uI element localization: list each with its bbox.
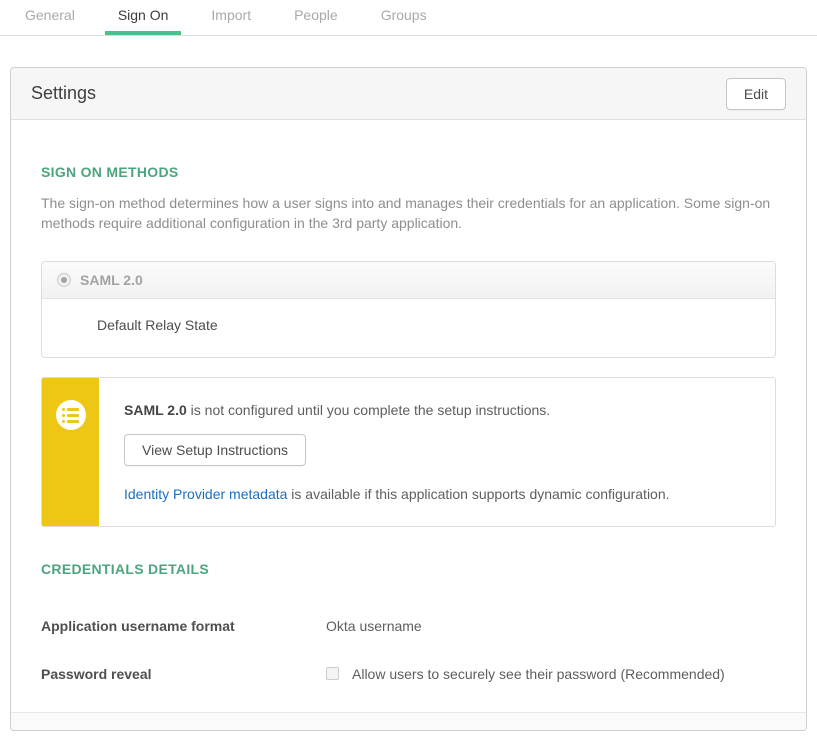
default-relay-state-label: Default Relay State xyxy=(97,317,218,333)
tab-import[interactable]: Import xyxy=(198,0,264,35)
page-title: Settings xyxy=(31,83,96,104)
credentials-details-heading: CREDENTIALS DETAILS xyxy=(41,561,776,577)
app-tab-bar: General Sign On Import People Groups xyxy=(0,0,817,36)
settings-panel: Settings Edit SIGN ON METHODS The sign-o… xyxy=(10,67,807,731)
callout-body: SAML 2.0 is not configured until you com… xyxy=(99,378,775,526)
tab-general[interactable]: General xyxy=(12,0,88,35)
edit-button[interactable]: Edit xyxy=(726,78,786,110)
sign-on-methods-heading: SIGN ON METHODS xyxy=(41,164,776,180)
saml-method-box: SAML 2.0 Default Relay State xyxy=(41,261,776,358)
tab-groups[interactable]: Groups xyxy=(368,0,440,35)
callout-link-text: is available if this application support… xyxy=(287,486,669,502)
callout-yellow-stripe xyxy=(42,378,99,526)
tab-people[interactable]: People xyxy=(281,0,351,35)
callout-message-bold: SAML 2.0 xyxy=(124,402,187,418)
callout-message-text: is not configured until you complete the… xyxy=(187,402,550,418)
saml-method-body: Default Relay State xyxy=(42,299,775,357)
password-reveal-label: Password reveal xyxy=(41,666,326,682)
password-reveal-checkbox[interactable] xyxy=(326,667,339,680)
password-reveal-checkbox-label: Allow users to securely see their passwo… xyxy=(352,666,725,682)
callout-message: SAML 2.0 is not configured until you com… xyxy=(124,402,750,418)
settings-panel-content: SIGN ON METHODS The sign-on method deter… xyxy=(11,164,806,682)
saml-method-label: SAML 2.0 xyxy=(80,272,143,288)
view-setup-instructions-button[interactable]: View Setup Instructions xyxy=(124,434,306,466)
saml-method-header: SAML 2.0 xyxy=(42,262,775,299)
password-reveal-option: Allow users to securely see their passwo… xyxy=(326,666,725,682)
tab-sign-on[interactable]: Sign On xyxy=(105,0,182,35)
password-reveal-row: Password reveal Allow users to securely … xyxy=(41,666,776,682)
callout-link-line: Identity Provider metadata is available … xyxy=(124,486,750,502)
sign-on-methods-description: The sign-on method determines how a user… xyxy=(41,193,771,233)
list-instructions-icon xyxy=(56,400,86,430)
settings-panel-footer xyxy=(11,712,806,730)
application-username-format-label: Application username format xyxy=(41,618,326,634)
saml-radio-button[interactable] xyxy=(57,273,71,287)
setup-callout: SAML 2.0 is not configured until you com… xyxy=(41,377,776,527)
application-username-format-row: Application username format Okta usernam… xyxy=(41,618,776,634)
application-username-format-value: Okta username xyxy=(326,618,422,634)
settings-panel-header: Settings Edit xyxy=(11,68,806,120)
identity-provider-metadata-link[interactable]: Identity Provider metadata xyxy=(124,486,287,502)
